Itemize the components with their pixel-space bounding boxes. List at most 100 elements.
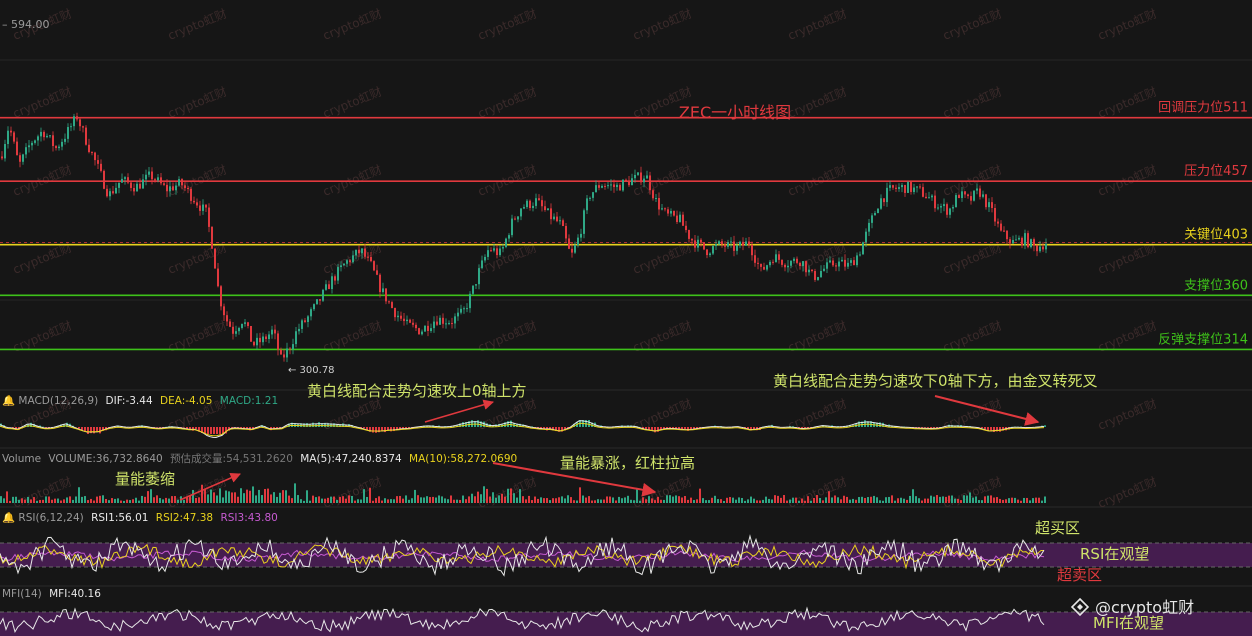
- candle-body: [154, 179, 156, 181]
- candle-body: [58, 146, 60, 149]
- candle-body: [454, 316, 456, 324]
- volume-bar: [519, 489, 521, 503]
- volume-bar: [744, 500, 746, 503]
- volume-bar: [453, 499, 455, 503]
- candle-body: [790, 260, 792, 266]
- candle-body: [673, 210, 675, 216]
- volume-bar: [627, 495, 629, 503]
- candle-body: [1036, 245, 1038, 252]
- chart-background: [0, 0, 1252, 636]
- macd-bar: [999, 427, 1001, 432]
- candle-body: [697, 239, 699, 248]
- volume-bar: [444, 498, 446, 503]
- volume-bar: [315, 497, 317, 503]
- candle-body: [907, 182, 909, 193]
- volume-bar: [924, 498, 926, 503]
- candle-body: [55, 146, 57, 149]
- candle-body: [229, 321, 231, 327]
- candle-body: [223, 306, 225, 316]
- candle-body: [22, 154, 24, 162]
- candle-body: [856, 255, 858, 266]
- candle-body: [76, 116, 78, 120]
- volume-bar: [243, 493, 245, 503]
- candle-body: [802, 261, 804, 266]
- volume-bar: [579, 487, 581, 503]
- candle-body: [889, 185, 891, 188]
- volume-bar: [801, 498, 803, 503]
- volume-bar: [36, 500, 38, 503]
- volume-bar: [675, 495, 677, 503]
- candle-body: [175, 185, 177, 191]
- candle-body: [361, 248, 363, 254]
- candle-body: [724, 244, 726, 247]
- candle-body: [325, 284, 327, 290]
- volume-bar: [996, 497, 998, 503]
- candle-body: [1, 156, 3, 159]
- volume-bar: [843, 495, 845, 503]
- candle-body: [466, 308, 468, 310]
- candle-body: [667, 209, 669, 214]
- candle-body: [484, 256, 486, 261]
- candle-body: [148, 171, 150, 175]
- volume-bar: [387, 499, 389, 503]
- candle-body: [1021, 237, 1023, 246]
- candle-body: [934, 195, 936, 209]
- volume-bar: [645, 499, 647, 503]
- volume-bar: [510, 488, 512, 503]
- candle-body: [556, 216, 558, 222]
- candle-body: [256, 337, 258, 346]
- candle-body: [808, 269, 810, 273]
- candle-body: [655, 198, 657, 200]
- candle-body: [595, 185, 597, 193]
- candle-body: [301, 320, 303, 329]
- volume-bar: [174, 496, 176, 503]
- volume-bar: [402, 498, 404, 503]
- candle-body: [913, 187, 915, 192]
- volume-bar: [192, 489, 194, 503]
- volume-bar: [483, 486, 485, 503]
- candle-body: [442, 317, 444, 324]
- candle-body: [868, 222, 870, 232]
- volume-bar: [831, 497, 833, 503]
- volume-bar: [126, 499, 128, 503]
- candle-body: [319, 299, 321, 301]
- candle-body: [763, 266, 765, 270]
- volume-bar: [21, 498, 23, 503]
- candle-body: [571, 248, 573, 253]
- volume-bar: [672, 496, 674, 503]
- volume-bar: [900, 497, 902, 503]
- candle-body: [118, 182, 120, 188]
- candle-body: [649, 175, 651, 191]
- candle-body: [541, 200, 543, 207]
- volume-bar: [105, 498, 107, 503]
- volume-bar: [225, 490, 227, 503]
- candle-body: [646, 175, 648, 179]
- candle-body: [871, 215, 873, 223]
- candle-body: [787, 265, 789, 268]
- candle-body: [547, 208, 549, 211]
- candle-body: [520, 208, 522, 217]
- level-360-label: 支撑位360: [1184, 278, 1248, 293]
- candle-body: [364, 248, 366, 257]
- candle-body: [562, 220, 564, 227]
- macd-bar: [654, 427, 656, 433]
- volume-bar: [1005, 499, 1007, 503]
- candle-body: [478, 268, 480, 285]
- volume-bar: [480, 494, 482, 503]
- volume-bar: [612, 497, 614, 503]
- candle-body: [349, 260, 351, 263]
- candle-body: [340, 265, 342, 268]
- candle-body: [574, 244, 576, 253]
- volume-bar: [507, 488, 509, 503]
- volume-bar: [654, 500, 656, 503]
- candle-body: [418, 328, 420, 335]
- candle-body: [13, 132, 15, 142]
- candle-body: [10, 130, 12, 133]
- volume-bar: [1017, 499, 1019, 503]
- overbought-label: 超买区: [1035, 519, 1080, 537]
- candle-body: [280, 349, 282, 355]
- volume-bar: [726, 497, 728, 503]
- volume-bar: [774, 495, 776, 503]
- candle-body: [208, 207, 210, 227]
- candle-body: [757, 262, 759, 264]
